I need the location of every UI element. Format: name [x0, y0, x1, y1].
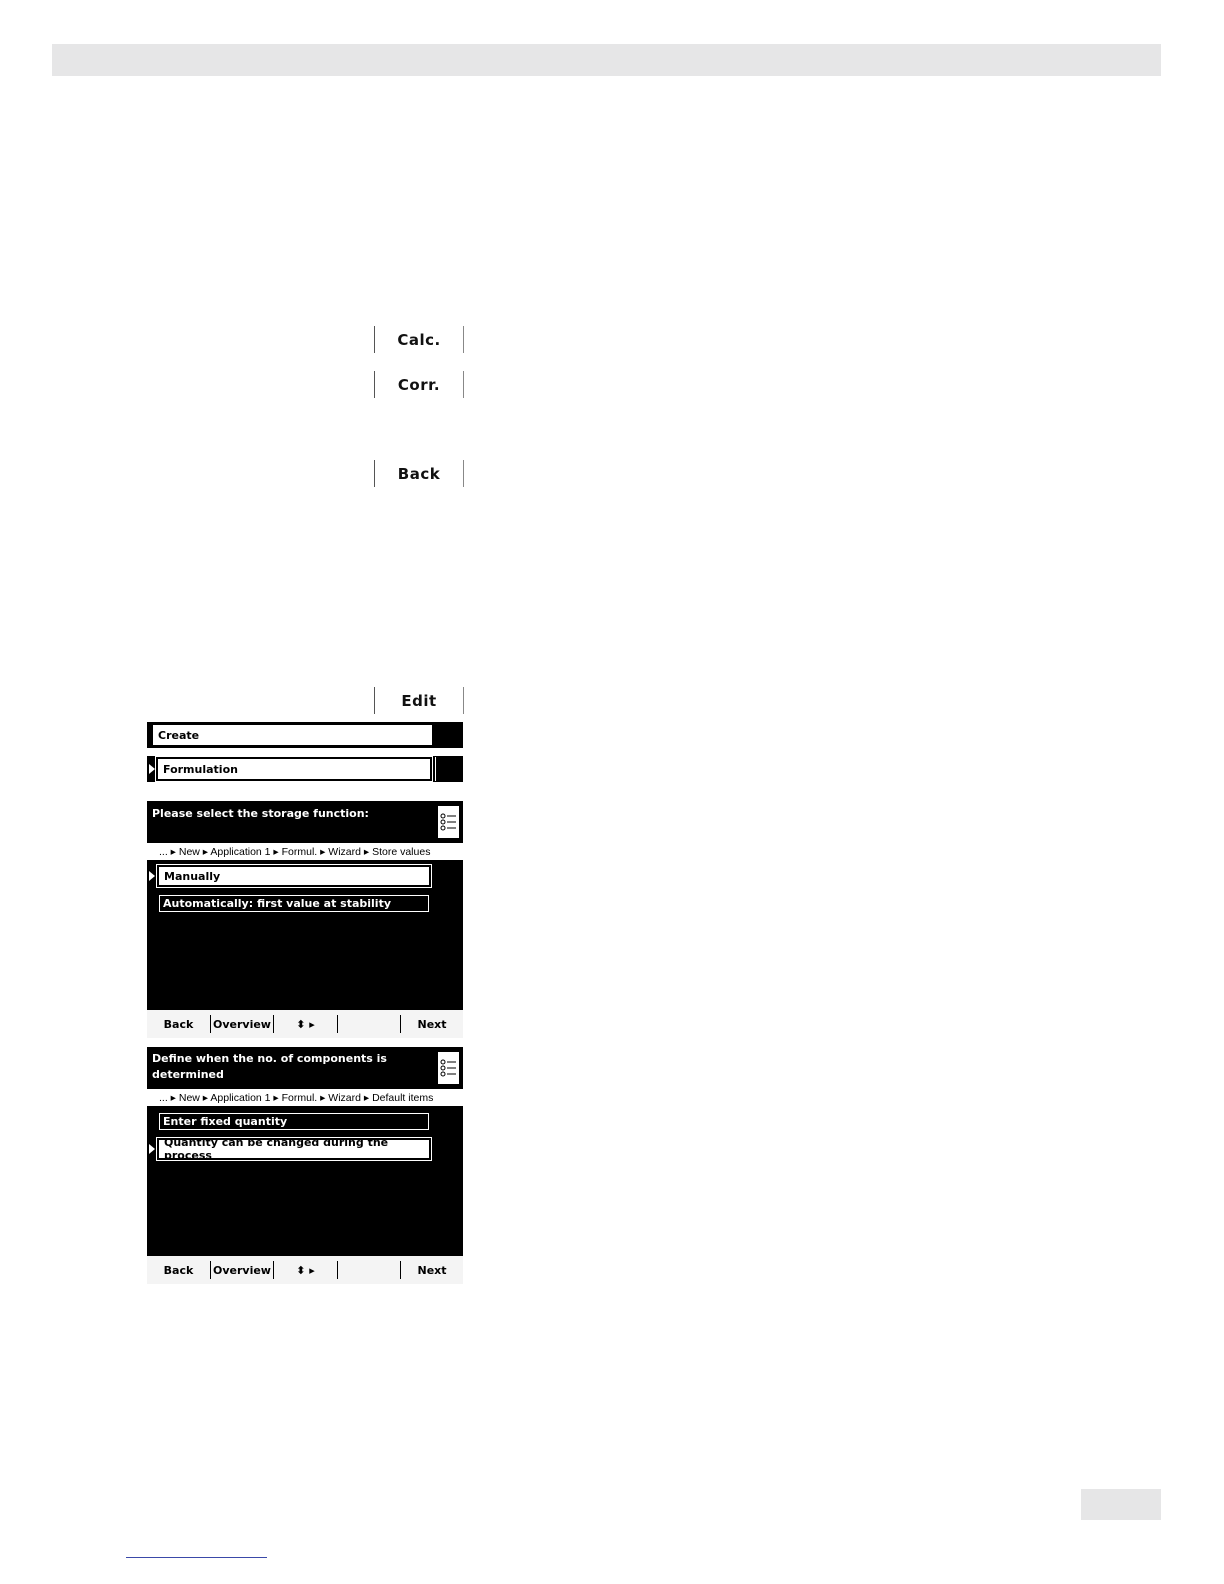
corr-label: Corr.: [397, 375, 441, 394]
overview-button-label: Overview: [213, 1017, 271, 1031]
option-label: Automatically: first value at stability: [163, 897, 392, 910]
option-fixed-quantity[interactable]: Enter fixed quantity: [159, 1113, 429, 1130]
components-softbar: Back Overview ⬍ ▸ Next: [147, 1256, 463, 1284]
breadcrumb-text: ... ▸ New ▸ Application 1 ▸ Formul. ▸ Wi…: [159, 1091, 434, 1104]
create-label: Create: [158, 728, 200, 742]
back-button[interactable]: Back: [147, 1015, 210, 1033]
list-icon[interactable]: [437, 805, 460, 839]
navigate-arrows-icon[interactable]: ⬍ ▸: [273, 1261, 337, 1279]
selection-marker-icon: [149, 1144, 155, 1154]
calc-label: Calc.: [397, 330, 441, 349]
edit-label: Edit: [401, 691, 437, 710]
next-button-label: Next: [417, 1017, 447, 1031]
divider: [435, 757, 436, 781]
selection-marker-icon: [149, 764, 155, 774]
option-label: Enter fixed quantity: [163, 1115, 288, 1128]
footer-link-line[interactable]: [126, 1557, 267, 1558]
page-number-box: [1081, 1489, 1161, 1520]
page-header-bar: [52, 44, 1161, 76]
option-automatically[interactable]: Automatically: first value at stability: [159, 895, 429, 912]
components-title: Define when the no. of components is det…: [152, 1051, 432, 1083]
overview-button-label: Overview: [213, 1263, 271, 1277]
next-button[interactable]: Next: [400, 1015, 463, 1033]
empty-softkey[interactable]: [337, 1261, 400, 1279]
storage-options-panel: Manually Automatically: first value at s…: [147, 860, 463, 1010]
option-label: Manually: [164, 869, 221, 883]
back-button-label: Back: [163, 1017, 194, 1031]
components-title-bar: Define when the no. of components is det…: [147, 1047, 463, 1089]
option-label: Quantity can be changed during the proce…: [164, 1136, 389, 1162]
components-options-panel: Enter fixed quantity Quantity can be cha…: [147, 1106, 463, 1256]
formulation-row: Formulation: [147, 756, 463, 782]
breadcrumb: ... ▸ New ▸ Application 1 ▸ Formul. ▸ Wi…: [147, 1089, 463, 1106]
back-label: Back: [397, 464, 441, 483]
back-softkey[interactable]: Back: [374, 460, 464, 487]
option-manually[interactable]: Manually: [156, 864, 432, 888]
create-field[interactable]: Create: [153, 725, 432, 745]
edit-softkey[interactable]: Edit: [374, 687, 464, 714]
arrows-label: ⬍ ▸: [296, 1017, 315, 1031]
storage-softbar: Back Overview ⬍ ▸ Next: [147, 1010, 463, 1038]
storage-title-bar: Please select the storage function:: [147, 801, 463, 843]
formulation-option[interactable]: Formulation: [155, 756, 433, 782]
arrows-label: ⬍ ▸: [296, 1263, 315, 1277]
empty-softkey[interactable]: [337, 1015, 400, 1033]
corr-softkey[interactable]: Corr.: [374, 371, 464, 398]
list-icon[interactable]: [437, 1051, 460, 1085]
breadcrumb-text: ... ▸ New ▸ Application 1 ▸ Formul. ▸ Wi…: [159, 845, 431, 858]
title-line-2: determined: [152, 1068, 224, 1081]
overview-button[interactable]: Overview: [210, 1261, 273, 1279]
title-line-1: Define when the no. of components is: [152, 1052, 387, 1065]
calc-softkey[interactable]: Calc.: [374, 326, 464, 353]
formulation-label: Formulation: [163, 762, 238, 776]
option-quantity-changeable[interactable]: Quantity can be changed during the proce…: [156, 1136, 432, 1162]
overview-button[interactable]: Overview: [210, 1015, 273, 1033]
breadcrumb: ... ▸ New ▸ Application 1 ▸ Formul. ▸ Wi…: [147, 843, 463, 860]
create-row: Create: [147, 722, 463, 748]
navigate-arrows-icon[interactable]: ⬍ ▸: [273, 1015, 337, 1033]
selection-marker-icon: [149, 871, 155, 881]
next-button-label: Next: [417, 1263, 447, 1277]
next-button[interactable]: Next: [400, 1261, 463, 1279]
back-button[interactable]: Back: [147, 1261, 210, 1279]
storage-title: Please select the storage function:: [152, 807, 369, 820]
back-button-label: Back: [163, 1263, 194, 1277]
